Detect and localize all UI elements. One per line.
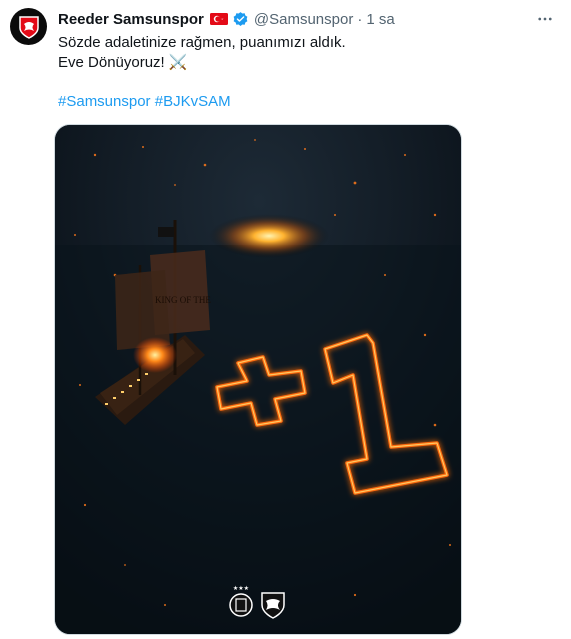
more-options-icon xyxy=(538,17,552,21)
tweet-text-line-1: Sözde adaletinize rağmen, puanımızı aldı… xyxy=(58,34,346,51)
tweet-media-image[interactable]: KING OF THE ★★★ xyxy=(54,124,462,635)
timestamp[interactable]: 1 sa xyxy=(366,11,394,28)
hashtag-bjkvsam[interactable]: #BJKvSAM xyxy=(155,93,231,110)
svg-text:★★★: ★★★ xyxy=(233,585,249,592)
samsunspor-logo-icon xyxy=(18,15,39,39)
sail-text: KING OF THE xyxy=(155,295,211,305)
more-options-button[interactable] xyxy=(533,9,557,29)
tweet-header: Reeder Samsunspor @Samsunspor · 1 sa xyxy=(58,9,557,29)
avatar[interactable] xyxy=(10,8,47,45)
tweet-text-line-2: Eve Dönüyoruz! ⚔️ xyxy=(58,54,188,71)
verified-badge-icon xyxy=(233,11,248,26)
tweet-text: Sözde adaletinize rağmen, puanımızı aldı… xyxy=(58,33,557,112)
display-name[interactable]: Reeder Samsunspor xyxy=(58,11,204,28)
turkey-flag-icon xyxy=(209,13,228,25)
besiktas-crest-icon: ★★★ xyxy=(229,585,253,617)
separator-dot: · xyxy=(357,10,363,28)
user-handle[interactable]: @Samsunspor xyxy=(254,11,353,28)
hashtag-samsunspor[interactable]: #Samsunspor xyxy=(58,93,151,110)
media-illustration: KING OF THE ★★★ xyxy=(55,125,461,634)
